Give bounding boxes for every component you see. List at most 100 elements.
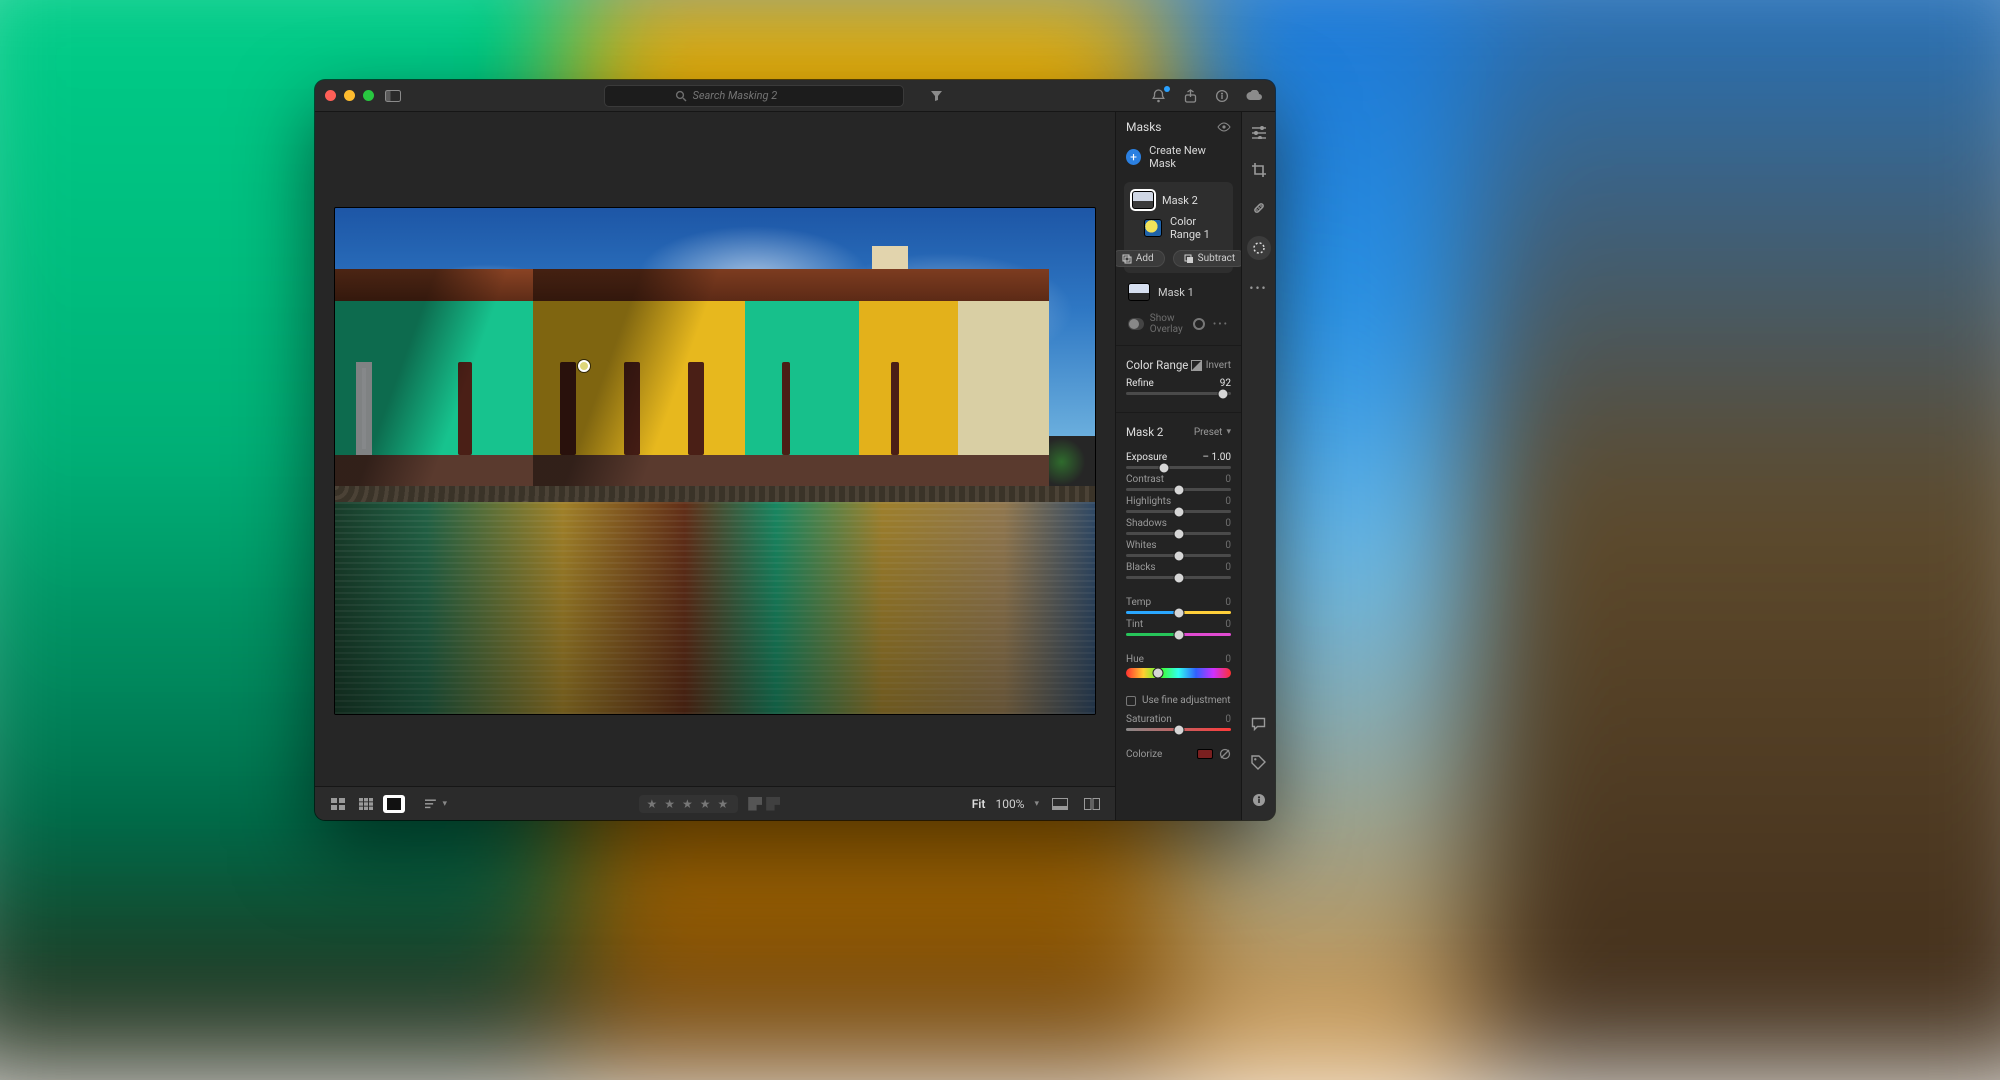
color-range-title: Color Range [1126,358,1188,372]
filter-icon[interactable] [926,87,948,105]
colorize-swatch[interactable] [1197,749,1213,759]
slider-shadows[interactable]: Shadows 0 [1126,518,1231,535]
adjust-title: Mask 2 [1126,425,1163,439]
keywords-icon[interactable] [1249,752,1269,772]
window-controls [325,90,374,101]
use-fine-adjustment-checkbox[interactable]: Use fine adjustment [1126,695,1231,706]
cloud-sync-icon[interactable] [1243,87,1265,105]
slider-value: – 1.00 [1202,452,1231,463]
pick-flag-icon[interactable] [748,797,762,811]
sort-icon[interactable]: ▾ [425,795,447,813]
masks-title: Masks [1126,120,1161,134]
mask1-thumbnail [1128,283,1150,301]
more-tools-icon[interactable]: ••• [1249,278,1269,298]
slider-label: Contrast [1126,474,1164,485]
sidebar-toggle-icon[interactable] [382,87,404,105]
slider-label: Blacks [1126,562,1156,573]
viewer-footer: ▾ ★ ★ ★ ★ ★ Fit 100% ▾ [315,786,1115,820]
close-window-button[interactable] [325,90,336,101]
slider-label: Shadows [1126,518,1167,529]
slider-temp[interactable]: Temp0 [1126,597,1231,614]
info-icon[interactable] [1211,87,1233,105]
fit-label[interactable]: Fit [972,797,986,811]
slider-value: 0 [1225,474,1231,485]
right-panels: Masks + Create New Mask Mask 2 [1116,112,1241,820]
slider-whites[interactable]: Whites 0 [1126,540,1231,557]
color-range-section: Color Range Invert Refine92 [1116,350,1241,408]
comments-icon[interactable] [1249,714,1269,734]
show-overlay-label: Show Overlay [1150,313,1193,335]
edit-sliders-icon[interactable] [1249,122,1269,142]
colorize-reset-icon[interactable] [1219,748,1231,760]
mask2-name: Mask 2 [1162,194,1198,207]
slider-hue[interactable]: Hue0 [1126,654,1231,678]
add-icon [1122,254,1132,264]
mask-1-row[interactable]: Mask 1 [1116,277,1241,307]
create-new-mask-button[interactable]: + Create New Mask [1116,140,1241,178]
preset-dropdown[interactable]: Preset▾ [1194,427,1231,438]
zoom-level[interactable]: 100% [995,797,1024,811]
search-input[interactable] [693,89,833,102]
before-after-icon[interactable] [1081,795,1103,813]
filmstrip-toggle-icon[interactable] [1049,795,1071,813]
slider-label: Highlights [1126,496,1171,507]
slider-value: 0 [1225,619,1231,630]
color-sample-point[interactable] [578,360,590,372]
square-grid-icon[interactable] [355,795,377,813]
canvas-column: ▾ ★ ★ ★ ★ ★ Fit 100% ▾ [315,112,1115,820]
zoom-window-button[interactable] [363,90,374,101]
slider-blacks[interactable]: Blacks 0 [1126,562,1231,579]
overlay-color-icon[interactable] [1193,318,1205,330]
tool-strip: ••• [1241,112,1275,820]
search-field[interactable] [604,85,904,107]
mask2-thumbnail[interactable] [1132,191,1154,209]
eye-icon[interactable] [1217,122,1231,132]
chevron-down-icon[interactable]: ▾ [1034,799,1039,809]
app-window: ▾ ★ ★ ★ ★ ★ Fit 100% ▾ Masks [315,80,1275,820]
add-to-mask-button[interactable]: Add [1116,250,1165,267]
notifications-icon[interactable] [1147,87,1169,105]
titlebar [315,80,1275,112]
slider-saturation[interactable]: Saturation0 [1126,714,1231,731]
refine-slider[interactable]: Refine92 [1126,378,1231,395]
adjust-sliders: Exposure– 1.00Contrast0Highlights0Shadow… [1116,447,1241,691]
slider-tint[interactable]: Tint 0 [1126,619,1231,636]
healing-icon[interactable] [1249,198,1269,218]
masking-icon[interactable] [1247,236,1271,260]
slider-exposure[interactable]: Exposure– 1.00 [1126,452,1231,469]
slider-value: 0 [1225,597,1231,608]
photo-canvas[interactable] [335,208,1095,715]
slider-highlights[interactable]: Highlights 0 [1126,496,1231,513]
grid-view-icon[interactable] [327,795,349,813]
rating-stars[interactable]: ★ ★ ★ ★ ★ [639,795,739,813]
crop-icon[interactable] [1249,160,1269,180]
search-icon [675,90,687,102]
slider-label: Tint [1126,619,1143,630]
single-view-icon[interactable] [383,795,405,813]
flag-controls[interactable] [748,797,780,811]
slider-label: Whites [1126,540,1157,551]
photo-preview [335,208,1095,715]
color-range-name: Color Range 1 [1170,215,1225,241]
invert-button[interactable]: Invert [1191,360,1231,371]
plus-icon: + [1126,149,1141,165]
share-icon[interactable] [1179,87,1201,105]
info-panel-icon[interactable] [1249,790,1269,810]
minimize-window-button[interactable] [344,90,355,101]
mask-2-group[interactable]: Mask 2 Color Range 1 Add Subtract [1124,182,1233,273]
slider-value: 0 [1225,654,1231,665]
invert-icon [1191,360,1202,371]
subtract-from-mask-button[interactable]: Subtract [1173,250,1241,267]
reject-flag-icon[interactable] [766,797,780,811]
slider-value: 0 [1225,496,1231,507]
color-range-thumbnail[interactable] [1144,219,1162,237]
show-overlay-toggle[interactable] [1128,318,1144,330]
slider-value: 0 [1225,540,1231,551]
slider-value: 0 [1225,518,1231,529]
create-mask-label: Create New Mask [1149,144,1231,170]
slider-contrast[interactable]: Contrast 0 [1126,474,1231,491]
more-icon[interactable]: ••• [1213,319,1229,330]
subtract-icon [1184,254,1194,264]
mask1-name: Mask 1 [1158,286,1194,299]
slider-value: 0 [1225,562,1231,573]
